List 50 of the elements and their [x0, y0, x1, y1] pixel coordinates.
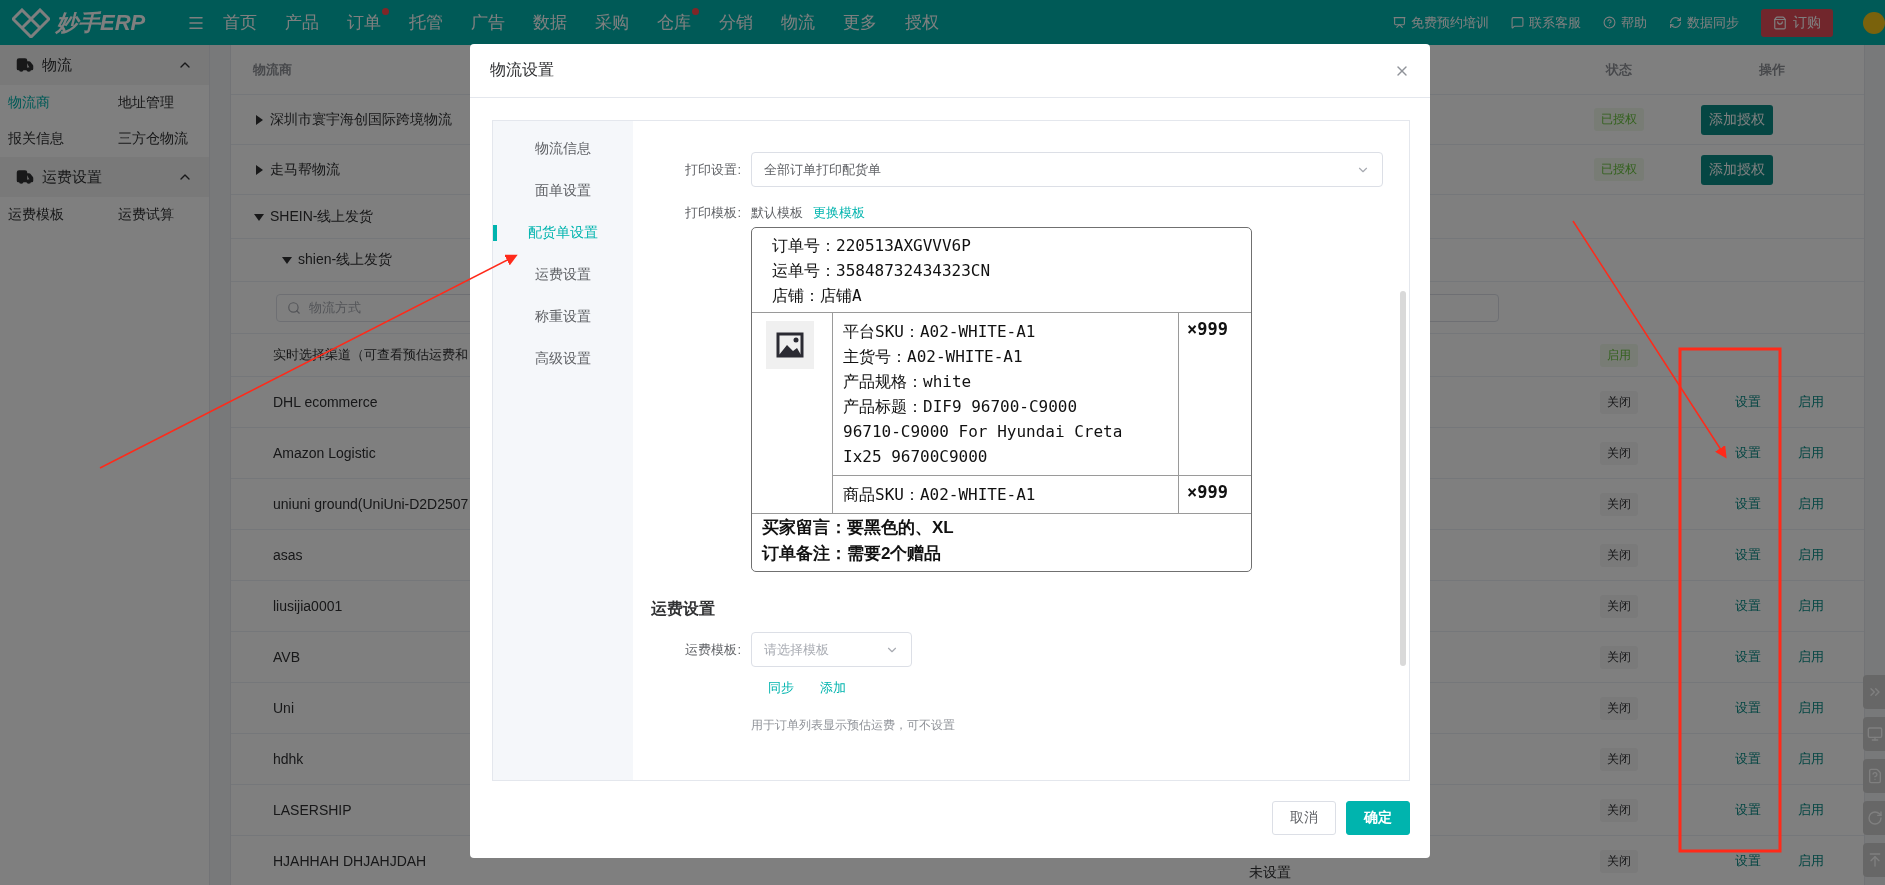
status-tag: 关闭	[1600, 747, 1638, 771]
status-tag: 关闭	[1600, 645, 1638, 669]
carrier-name: 走马帮物流	[270, 160, 340, 179]
status-tag: 关闭	[1600, 594, 1638, 618]
field-label: 打印模板:	[684, 204, 741, 222]
channel-name: LASERSHIP	[273, 802, 352, 818]
channel-name: Amazon Logistic	[273, 445, 376, 461]
slip-line: 订单号：220513AXGVVV6P	[772, 235, 972, 257]
status-tag: 已授权	[1594, 108, 1644, 131]
logo-text: 妙手ERP	[56, 8, 146, 37]
channel-name: Uni	[273, 700, 294, 716]
status-tag: 关闭	[1600, 543, 1638, 567]
status-tag: 关闭	[1600, 441, 1638, 465]
field-label: 运费模板:	[684, 640, 741, 659]
dialog-title: 物流设置	[490, 60, 555, 80]
slip-line: 96710-C9000 For Hyundai Creta	[843, 421, 1124, 443]
section-heading: 运费设置	[651, 599, 716, 619]
slip-line: 产品标题：DIF9 96700-C9000	[843, 396, 1079, 418]
channel-name: liusijia0001	[273, 598, 343, 614]
channel-name: hdhk	[273, 751, 304, 767]
carrier-name: SHEIN-线上发货	[270, 207, 374, 226]
field-label: 打印设置:	[684, 160, 741, 179]
channel-name: asas	[273, 547, 303, 563]
channel-name: AVB	[273, 649, 300, 665]
channel-name: DHL ecommerce	[273, 394, 378, 410]
slip-line: 店铺：店铺A	[772, 285, 863, 307]
quantity-text: ×999	[1186, 481, 1229, 504]
status-tag: 关闭	[1600, 849, 1638, 873]
slip-line: 主货号：A02-WHITE-A1	[843, 346, 1024, 368]
channel-name: HJAHHAH DHJAHJDAH	[273, 853, 427, 869]
slip-note: 买家留言：要黑色的、XL	[762, 517, 955, 539]
template-name: 默认模板	[751, 204, 803, 222]
quantity-text: ×999	[1179, 313, 1251, 476]
group-name: shien-线上发货	[298, 251, 393, 269]
slip-note: 订单备注：需要2个赠品	[762, 543, 943, 565]
status-tag: 已授权	[1594, 158, 1644, 181]
slip-line: 商品SKU：A02-WHITE-A1	[843, 484, 1037, 506]
hint-text: 用于订单列表显示预估运费，可不设置	[751, 717, 956, 734]
status-tag: 关闭	[1600, 696, 1638, 720]
status-tag: 关闭	[1600, 492, 1638, 516]
slip-line: 运单号：35848732434323CN	[772, 260, 992, 282]
slip-line: Ix25 96700C9000	[843, 446, 989, 468]
channel-name: uniuni ground(UniUni-D2D2507	[273, 496, 469, 512]
status-tag: 关闭	[1600, 390, 1638, 414]
status-tag: 启用	[1600, 343, 1638, 367]
slip-line: 平台SKU：A02-WHITE-A1	[843, 321, 1037, 343]
carrier-name: 深圳市寰宇海创国际跨境物流	[270, 110, 452, 129]
setting-status-text: 未设置	[1249, 864, 1291, 880]
status-tag: 关闭	[1600, 798, 1638, 822]
slip-line: 产品规格：white	[843, 371, 973, 393]
